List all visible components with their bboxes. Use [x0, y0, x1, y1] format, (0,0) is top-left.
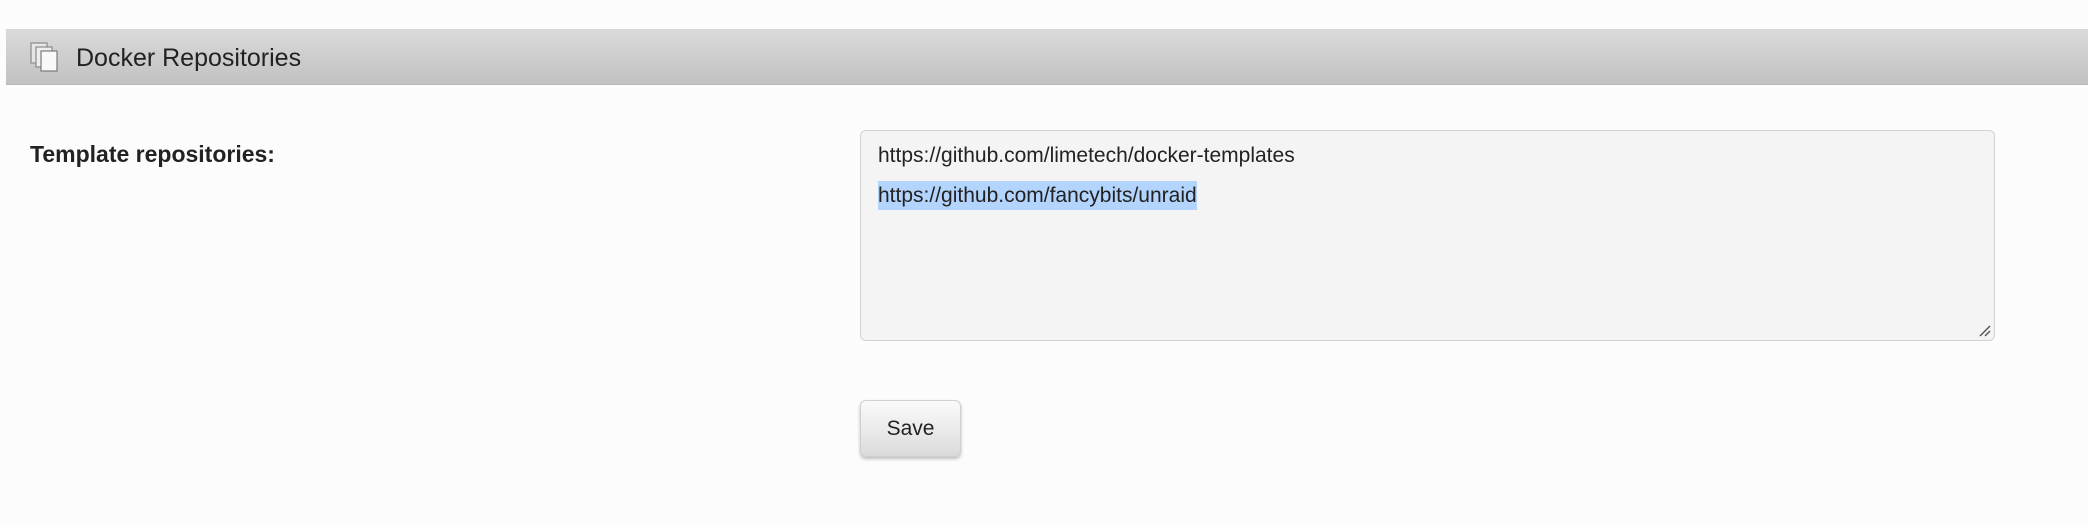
repository-url: https://github.com/fancybits/unraid	[878, 181, 1197, 210]
section-header: Docker Repositories	[6, 29, 2088, 85]
repository-url: https://github.com/limetech/docker-templ…	[878, 144, 1295, 167]
template-repositories-label: Template repositories:	[30, 141, 275, 167]
resize-handle-icon[interactable]	[1977, 323, 1991, 337]
template-repositories-textarea[interactable]: https://github.com/limetech/docker-templ…	[860, 130, 1995, 341]
section-title: Docker Repositories	[76, 44, 302, 72]
save-button[interactable]: Save	[860, 400, 961, 457]
repository-line-selected[interactable]: https://github.com/fancybits/unraid	[878, 181, 1977, 211]
repository-line[interactable]: https://github.com/limetech/docker-templ…	[878, 141, 1977, 171]
pages-icon	[29, 41, 61, 73]
